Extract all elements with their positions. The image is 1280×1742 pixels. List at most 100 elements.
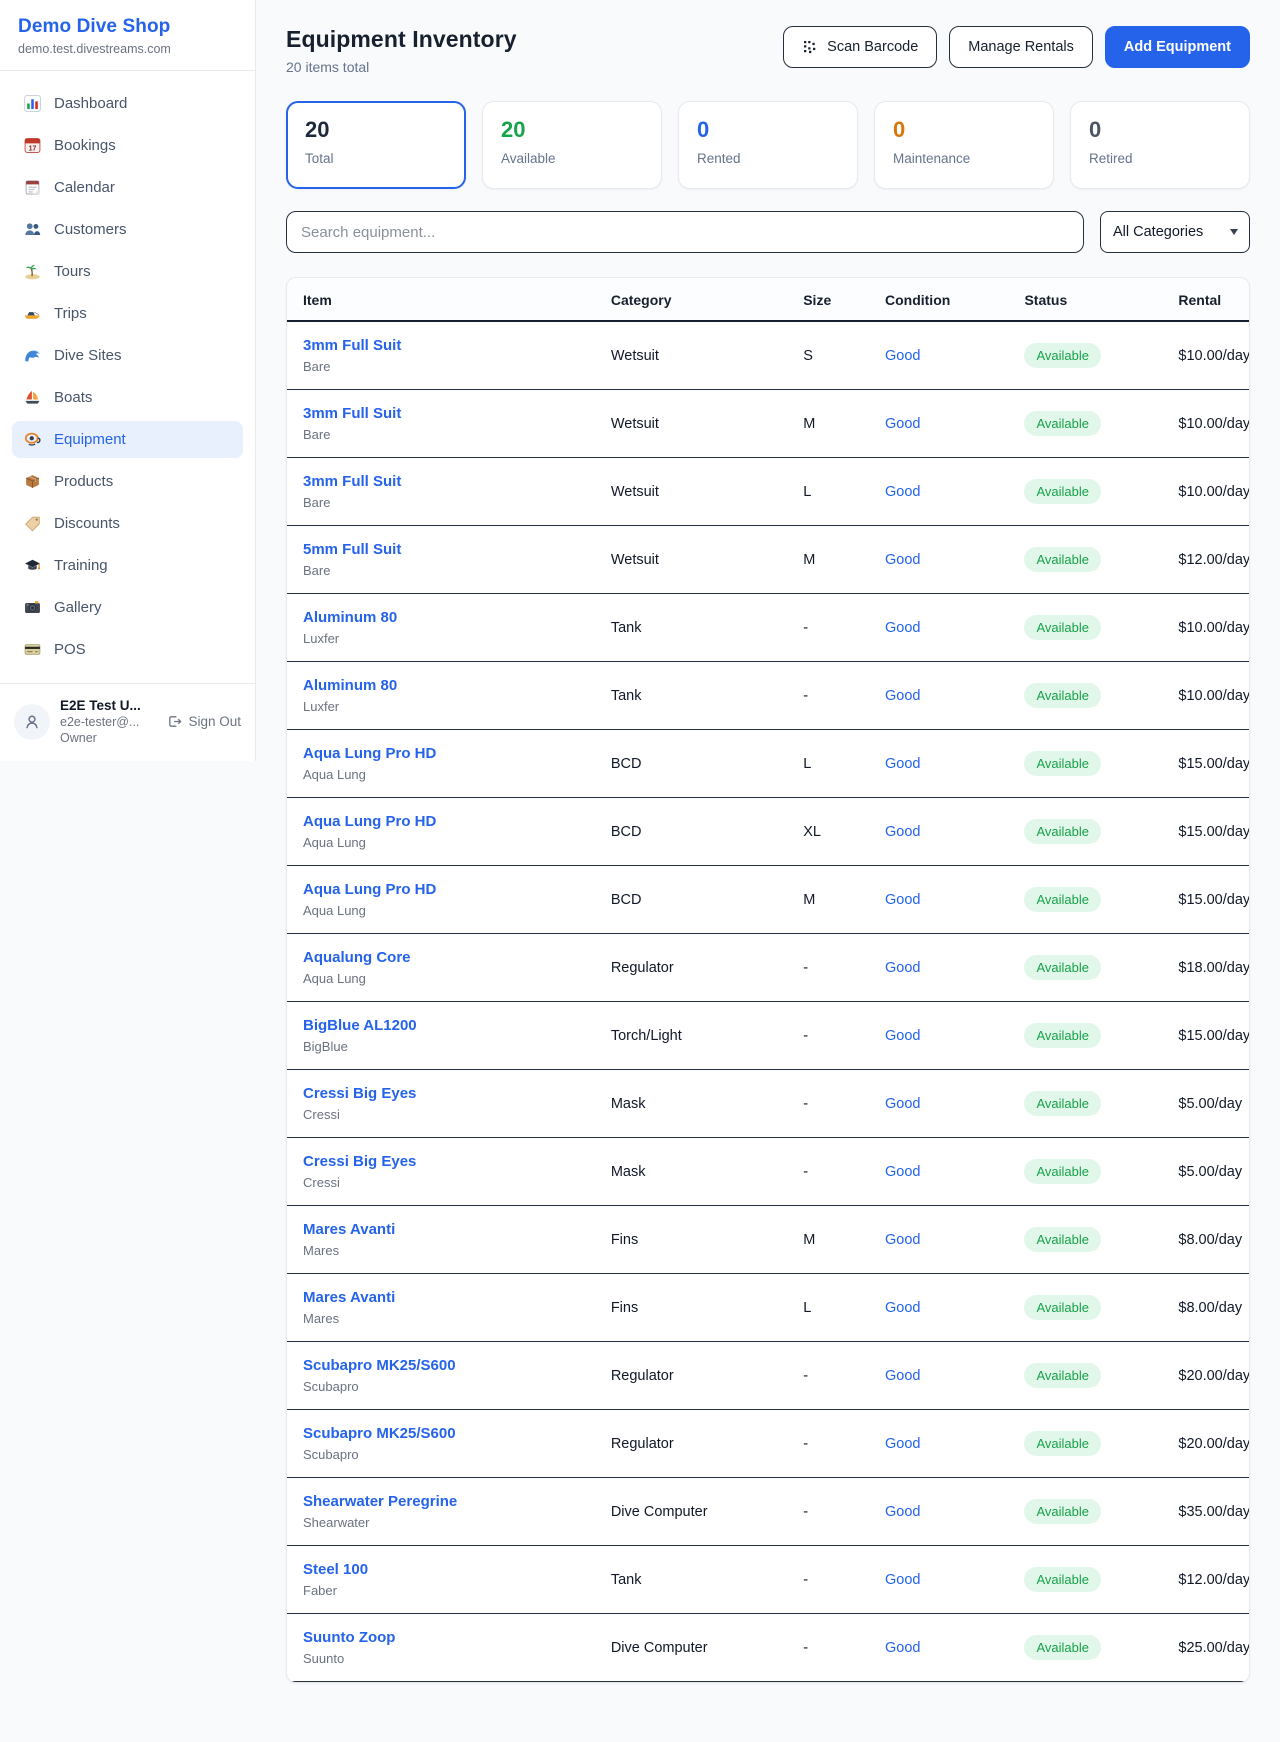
item-category: Wetsuit bbox=[595, 526, 787, 594]
item-link[interactable]: Suunto Zoop bbox=[303, 1629, 579, 1646]
condition-link[interactable]: Good bbox=[885, 1504, 920, 1520]
table-header-row: Item Category Size Condition Status Rent… bbox=[287, 278, 1249, 321]
condition-link[interactable]: Good bbox=[885, 1300, 920, 1316]
item-link[interactable]: Mares Avanti bbox=[303, 1221, 579, 1238]
item-link[interactable]: Shearwater Peregrine bbox=[303, 1493, 579, 1510]
stat-card-retired[interactable]: 0 Retired bbox=[1070, 101, 1250, 189]
sidebar-item-equipment[interactable]: Equipment bbox=[12, 421, 243, 458]
item-rental-rate: $5.00/day bbox=[1162, 1070, 1249, 1138]
sidebar-item-training[interactable]: Training bbox=[12, 547, 243, 584]
table-row: Aqua Lung Pro HD Aqua Lung BCD XL Good A… bbox=[287, 798, 1249, 866]
scan-barcode-button[interactable]: Scan Barcode bbox=[783, 26, 937, 68]
sidebar-item-customers[interactable]: Customers bbox=[12, 211, 243, 248]
sidebar-item-pos[interactable]: POS bbox=[12, 631, 243, 668]
item-rental-rate: $35.00/day bbox=[1162, 1478, 1249, 1546]
item-link[interactable]: Mares Avanti bbox=[303, 1289, 579, 1306]
condition-link[interactable]: Good bbox=[885, 416, 920, 432]
manage-rentals-button[interactable]: Manage Rentals bbox=[949, 26, 1093, 68]
sidebar-item-gallery[interactable]: Gallery bbox=[12, 589, 243, 626]
item-rental-rate: $25.00/day bbox=[1162, 1614, 1249, 1682]
stat-card-maintenance[interactable]: 0 Maintenance bbox=[874, 101, 1054, 189]
sidebar-item-trips[interactable]: Trips bbox=[12, 295, 243, 332]
sidebar-item-label: Trips bbox=[54, 305, 87, 322]
item-link[interactable]: Steel 100 bbox=[303, 1561, 579, 1578]
item-rental-rate: $10.00/day bbox=[1162, 594, 1249, 662]
condition-link[interactable]: Good bbox=[885, 1368, 920, 1384]
category-select[interactable]: All Categories bbox=[1100, 211, 1250, 253]
item-link[interactable]: Aluminum 80 bbox=[303, 609, 579, 626]
condition-link[interactable]: Good bbox=[885, 1640, 920, 1656]
table-row: Suunto Zoop Suunto Dive Computer - Good … bbox=[287, 1614, 1249, 1682]
table-row: Aqualung Core Aqua Lung Regulator - Good… bbox=[287, 934, 1249, 1002]
status-badge: Available bbox=[1024, 1023, 1101, 1048]
condition-link[interactable]: Good bbox=[885, 484, 920, 500]
condition-link[interactable]: Good bbox=[885, 1572, 920, 1588]
equipment-table: Item Category Size Condition Status Rent… bbox=[287, 278, 1249, 1682]
item-link[interactable]: Aqua Lung Pro HD bbox=[303, 813, 579, 830]
condition-link[interactable]: Good bbox=[885, 620, 920, 636]
dive-sites-icon bbox=[24, 347, 41, 364]
condition-link[interactable]: Good bbox=[885, 1028, 920, 1044]
shop-title-link[interactable]: Demo Dive Shop bbox=[18, 16, 237, 38]
item-link[interactable]: 3mm Full Suit bbox=[303, 337, 579, 354]
sidebar-nav: Dashboard 17 Bookings Calendar Customers… bbox=[0, 71, 255, 683]
item-link[interactable]: Scubapro MK25/S600 bbox=[303, 1425, 579, 1442]
user-email: e2e-tester@... bbox=[60, 715, 157, 729]
item-category: Torch/Light bbox=[595, 1002, 787, 1070]
condition-link[interactable]: Good bbox=[885, 1232, 920, 1248]
shop-subdomain: demo.test.divestreams.com bbox=[18, 42, 237, 56]
sidebar-item-dashboard[interactable]: Dashboard bbox=[12, 85, 243, 122]
item-size: - bbox=[787, 1070, 869, 1138]
item-link[interactable]: 3mm Full Suit bbox=[303, 473, 579, 490]
item-link[interactable]: 3mm Full Suit bbox=[303, 405, 579, 422]
item-link[interactable]: Scubapro MK25/S600 bbox=[303, 1357, 579, 1374]
table-row: 5mm Full Suit Bare Wetsuit M Good Availa… bbox=[287, 526, 1249, 594]
condition-link[interactable]: Good bbox=[885, 824, 920, 840]
sidebar-item-bookings[interactable]: 17 Bookings bbox=[12, 127, 243, 164]
sidebar-item-boats[interactable]: Boats bbox=[12, 379, 243, 416]
sidebar-item-discounts[interactable]: Discounts bbox=[12, 505, 243, 542]
item-link[interactable]: Cressi Big Eyes bbox=[303, 1153, 579, 1170]
condition-link[interactable]: Good bbox=[885, 1436, 920, 1452]
item-category: Regulator bbox=[595, 1342, 787, 1410]
stat-label: Rented bbox=[697, 151, 839, 166]
item-category: Fins bbox=[595, 1274, 787, 1342]
stat-card-total[interactable]: 20 Total bbox=[286, 101, 466, 189]
item-category: BCD bbox=[595, 866, 787, 934]
item-link[interactable]: 5mm Full Suit bbox=[303, 541, 579, 558]
sidebar-item-label: Tours bbox=[54, 263, 91, 280]
condition-link[interactable]: Good bbox=[885, 552, 920, 568]
calendar-icon bbox=[24, 179, 41, 196]
sidebar-item-calendar[interactable]: Calendar bbox=[12, 169, 243, 206]
item-link[interactable]: Aqua Lung Pro HD bbox=[303, 745, 579, 762]
condition-link[interactable]: Good bbox=[885, 348, 920, 364]
sidebar-item-dive-sites[interactable]: Dive Sites bbox=[12, 337, 243, 374]
column-header-item: Item bbox=[287, 278, 595, 321]
condition-link[interactable]: Good bbox=[885, 688, 920, 704]
item-link[interactable]: BigBlue AL1200 bbox=[303, 1017, 579, 1034]
item-size: - bbox=[787, 1002, 869, 1070]
item-link[interactable]: Aqua Lung Pro HD bbox=[303, 881, 579, 898]
item-link[interactable]: Aqualung Core bbox=[303, 949, 579, 966]
status-badge: Available bbox=[1024, 1091, 1101, 1116]
sidebar-item-label: Equipment bbox=[54, 431, 126, 448]
condition-link[interactable]: Good bbox=[885, 960, 920, 976]
sidebar-item-tours[interactable]: Tours bbox=[12, 253, 243, 290]
item-link[interactable]: Aluminum 80 bbox=[303, 677, 579, 694]
sign-out-button[interactable]: Sign Out bbox=[167, 714, 241, 729]
status-badge: Available bbox=[1024, 1295, 1101, 1320]
sidebar-item-products[interactable]: Products bbox=[12, 463, 243, 500]
condition-link[interactable]: Good bbox=[885, 1096, 920, 1112]
condition-link[interactable]: Good bbox=[885, 892, 920, 908]
condition-link[interactable]: Good bbox=[885, 1164, 920, 1180]
condition-link[interactable]: Good bbox=[885, 756, 920, 772]
main-content: Equipment Inventory 20 items total Scan … bbox=[256, 0, 1280, 1713]
table-row: Aqua Lung Pro HD Aqua Lung BCD M Good Av… bbox=[287, 866, 1249, 934]
stat-card-rented[interactable]: 0 Rented bbox=[678, 101, 858, 189]
search-input[interactable] bbox=[286, 211, 1084, 253]
sidebar-item-label: Dashboard bbox=[54, 95, 127, 112]
stat-card-available[interactable]: 20 Available bbox=[482, 101, 662, 189]
item-size: - bbox=[787, 934, 869, 1002]
add-equipment-button[interactable]: Add Equipment bbox=[1105, 26, 1250, 68]
item-link[interactable]: Cressi Big Eyes bbox=[303, 1085, 579, 1102]
